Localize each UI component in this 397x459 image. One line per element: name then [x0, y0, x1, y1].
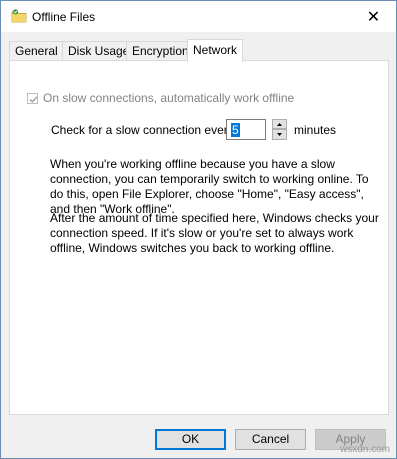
offline-files-dialog: Offline Files ✕ General Disk Usage Encry… — [0, 0, 397, 459]
arrow-up-icon — [277, 123, 282, 126]
spin-up-button[interactable] — [272, 119, 287, 129]
check-interval-row: Check for a slow connection every — [51, 119, 234, 141]
check-interval-label: Check for a slow connection every — [51, 123, 234, 137]
tab-label: Disk Usage — [68, 44, 130, 58]
auto-offline-label: On slow connections, automatically work … — [43, 91, 295, 105]
offline-info-text: When you're working offline because you … — [50, 157, 369, 216]
close-icon: ✕ — [366, 8, 381, 26]
offline-files-folder-icon — [11, 8, 27, 24]
tab-disk-usage[interactable]: Disk Usage — [62, 41, 130, 60]
title-bar[interactable]: Offline Files ✕ — [1, 1, 396, 32]
tab-strip: General Disk Usage Encryption Network — [9, 39, 389, 62]
tab-encryption[interactable]: Encryption — [126, 41, 189, 60]
tab-network[interactable]: Network — [187, 39, 243, 62]
interval-spinner — [272, 119, 287, 140]
tab-general[interactable]: General — [9, 41, 63, 60]
tab-label: Network — [193, 43, 238, 57]
window-title: Offline Files — [32, 10, 96, 24]
ok-button[interactable]: OK — [155, 429, 226, 450]
speed-check-info-text: After the amount of time specified here,… — [50, 211, 379, 255]
auto-offline-checkbox-row: On slow connections, automatically work … — [27, 90, 294, 106]
arrow-down-icon — [277, 133, 282, 136]
auto-offline-checkbox[interactable] — [27, 92, 38, 104]
spin-down-button[interactable] — [272, 129, 287, 140]
checkmark-icon — [29, 95, 38, 103]
interval-input[interactable]: 5 — [226, 119, 266, 140]
interval-unit-label: minutes — [294, 123, 337, 137]
tab-label: General — [15, 44, 58, 58]
cancel-button[interactable]: Cancel — [235, 429, 306, 450]
watermark-text: wsxdn.com — [339, 444, 390, 455]
interval-value: 5 — [231, 123, 240, 137]
close-button[interactable]: ✕ — [351, 1, 396, 32]
tab-label: Encryption — [132, 44, 189, 58]
